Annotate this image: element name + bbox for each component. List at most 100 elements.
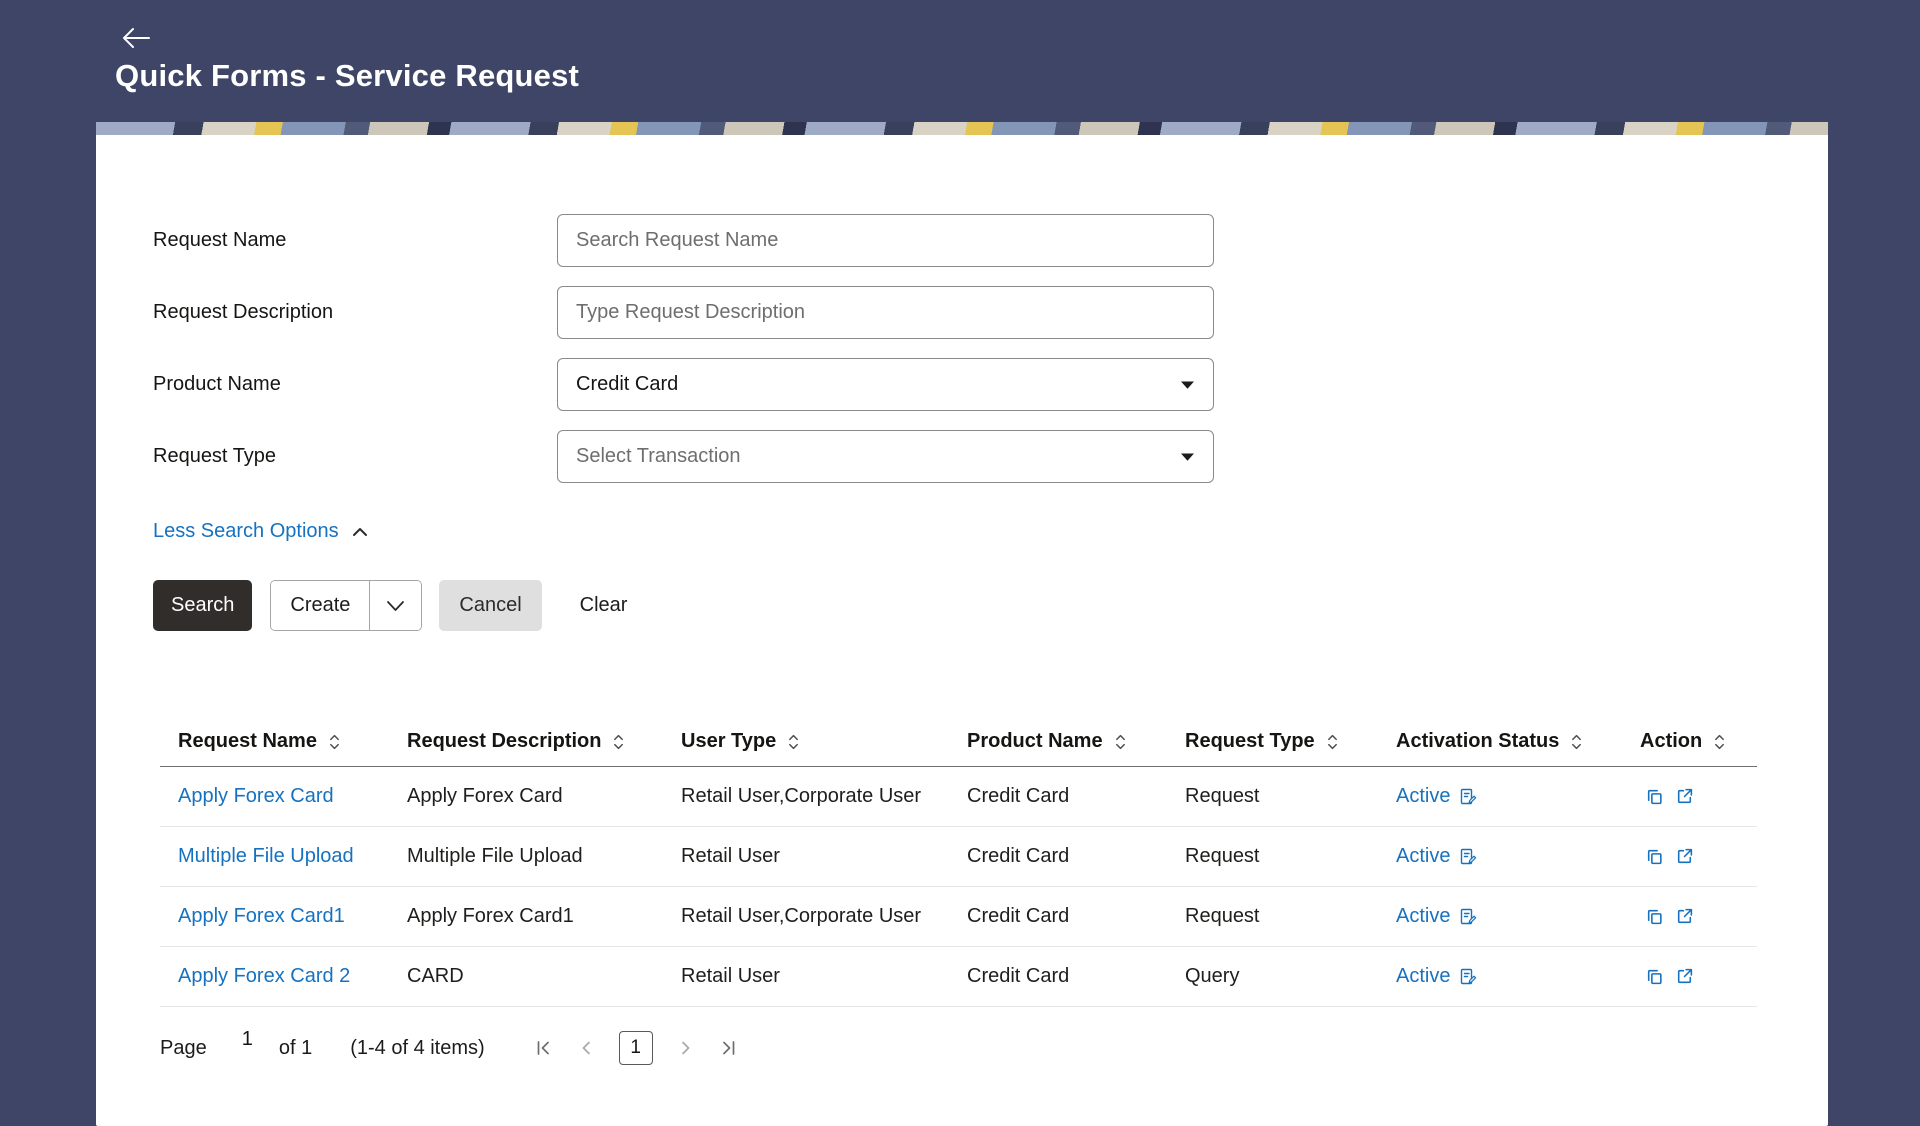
next-page-button[interactable] <box>675 1038 696 1058</box>
first-page-button[interactable] <box>533 1038 554 1058</box>
form-row-product-name: Product Name Credit Card <box>153 358 1828 411</box>
activation-status-link[interactable]: Active <box>1396 845 1450 868</box>
form-row-request-description: Request Description <box>153 286 1828 339</box>
product-name-selected-value: Credit Card <box>576 373 678 396</box>
edit-status-icon[interactable] <box>1459 908 1477 926</box>
activation-status-link[interactable]: Active <box>1396 905 1450 928</box>
request-description-cell: Apply Forex Card <box>407 785 681 808</box>
page-label: Page <box>160 1037 207 1060</box>
user-type-cell: Retail User,Corporate User <box>681 905 967 928</box>
column-label: Request Name <box>178 730 317 753</box>
request-type-placeholder: Select Transaction <box>576 445 741 468</box>
column-header-action[interactable]: Action <box>1640 730 1757 753</box>
product-name-cell: Credit Card <box>967 845 1185 868</box>
create-dropdown-button[interactable] <box>369 581 421 630</box>
request-name-link[interactable]: Apply Forex Card1 <box>178 905 345 927</box>
activation-status-cell: Active <box>1396 785 1640 808</box>
page: Quick Forms - Service Request Request Na… <box>0 0 1920 1126</box>
export-button[interactable] <box>1675 847 1694 866</box>
export-button[interactable] <box>1675 967 1694 986</box>
action-cell <box>1640 907 1757 926</box>
page-of-label: of 1 <box>279 1037 312 1060</box>
sort-icon <box>612 733 625 751</box>
request-type-cell: Request <box>1185 785 1396 808</box>
previous-page-button[interactable] <box>576 1038 597 1058</box>
last-page-button[interactable] <box>718 1038 739 1058</box>
user-type-cell: Retail User <box>681 965 967 988</box>
request-name-link[interactable]: Apply Forex Card 2 <box>178 965 350 987</box>
column-header-product-name[interactable]: Product Name <box>967 730 1185 753</box>
product-name-label: Product Name <box>153 373 557 396</box>
column-header-user-type[interactable]: User Type <box>681 730 967 753</box>
request-type-select[interactable]: Select Transaction <box>557 430 1214 483</box>
chevron-left-icon <box>576 1038 597 1058</box>
edit-status-icon[interactable] <box>1459 968 1477 986</box>
open-in-new-icon <box>1675 967 1694 986</box>
chevron-down-icon <box>1180 452 1195 462</box>
activation-status-link[interactable]: Active <box>1396 965 1450 988</box>
search-button[interactable]: Search <box>153 580 252 631</box>
table-header-row: Request Name Request Description User Ty… <box>160 717 1757 767</box>
copy-button[interactable] <box>1645 847 1664 866</box>
chevron-right-icon <box>675 1038 696 1058</box>
arrow-left-icon <box>121 27 151 49</box>
table-row: Multiple File Upload Multiple File Uploa… <box>160 827 1757 887</box>
product-name-cell: Credit Card <box>967 965 1185 988</box>
copy-button[interactable] <box>1645 967 1664 986</box>
sort-icon <box>1570 733 1583 751</box>
request-name-input[interactable] <box>557 214 1214 267</box>
action-cell <box>1640 787 1757 806</box>
current-page-input[interactable]: 1 <box>242 1028 253 1051</box>
results-table: Request Name Request Description User Ty… <box>160 717 1757 1007</box>
column-header-request-type[interactable]: Request Type <box>1185 730 1396 753</box>
banner-image-strip <box>96 122 1828 135</box>
activation-status-link[interactable]: Active <box>1396 785 1450 808</box>
column-label: Request Type <box>1185 730 1315 753</box>
column-header-activation-status[interactable]: Activation Status <box>1396 730 1640 753</box>
chevron-up-icon <box>352 527 368 537</box>
edit-status-icon[interactable] <box>1459 848 1477 866</box>
copy-icon <box>1645 787 1664 806</box>
chevron-down-icon <box>386 600 405 612</box>
action-cell <box>1640 847 1757 866</box>
export-button[interactable] <box>1675 907 1694 926</box>
activation-status-cell: Active <box>1396 965 1640 988</box>
column-header-request-name[interactable]: Request Name <box>160 730 407 753</box>
request-type-cell: Request <box>1185 905 1396 928</box>
items-summary: (1-4 of 4 items) <box>350 1037 484 1060</box>
open-in-new-icon <box>1675 787 1694 806</box>
request-description-cell: CARD <box>407 965 681 988</box>
copy-icon <box>1645 847 1664 866</box>
open-in-new-icon <box>1675 907 1694 926</box>
form-buttons: Search Create Cancel Clear <box>153 580 1828 631</box>
less-search-options-link[interactable]: Less Search Options <box>153 520 368 543</box>
copy-button[interactable] <box>1645 787 1664 806</box>
copy-button[interactable] <box>1645 907 1664 926</box>
request-description-label: Request Description <box>153 301 557 324</box>
clear-button[interactable]: Clear <box>580 580 628 631</box>
page-number-button[interactable]: 1 <box>619 1031 653 1065</box>
request-type-cell: Request <box>1185 845 1396 868</box>
content-card: Request Name Request Description Product… <box>96 122 1828 1126</box>
column-header-request-description[interactable]: Request Description <box>407 730 681 753</box>
cancel-button[interactable]: Cancel <box>439 580 541 631</box>
activation-status-cell: Active <box>1396 905 1640 928</box>
sort-icon <box>1114 733 1127 751</box>
sort-icon <box>787 733 800 751</box>
page-title: Quick Forms - Service Request <box>115 58 579 94</box>
action-cell <box>1640 967 1757 986</box>
chevron-bar-left-icon <box>533 1038 554 1058</box>
request-name-link[interactable]: Multiple File Upload <box>178 845 354 867</box>
edit-status-icon[interactable] <box>1459 788 1477 806</box>
request-description-cell: Multiple File Upload <box>407 845 681 868</box>
back-button[interactable] <box>118 22 154 54</box>
request-name-label: Request Name <box>153 229 557 252</box>
request-description-input[interactable] <box>557 286 1214 339</box>
request-type-cell: Query <box>1185 965 1396 988</box>
request-name-link[interactable]: Apply Forex Card <box>178 785 334 807</box>
export-button[interactable] <box>1675 787 1694 806</box>
less-search-options-label: Less Search Options <box>153 520 339 543</box>
create-button[interactable]: Create <box>271 581 369 630</box>
product-name-select[interactable]: Credit Card <box>557 358 1214 411</box>
sort-icon <box>328 733 341 751</box>
